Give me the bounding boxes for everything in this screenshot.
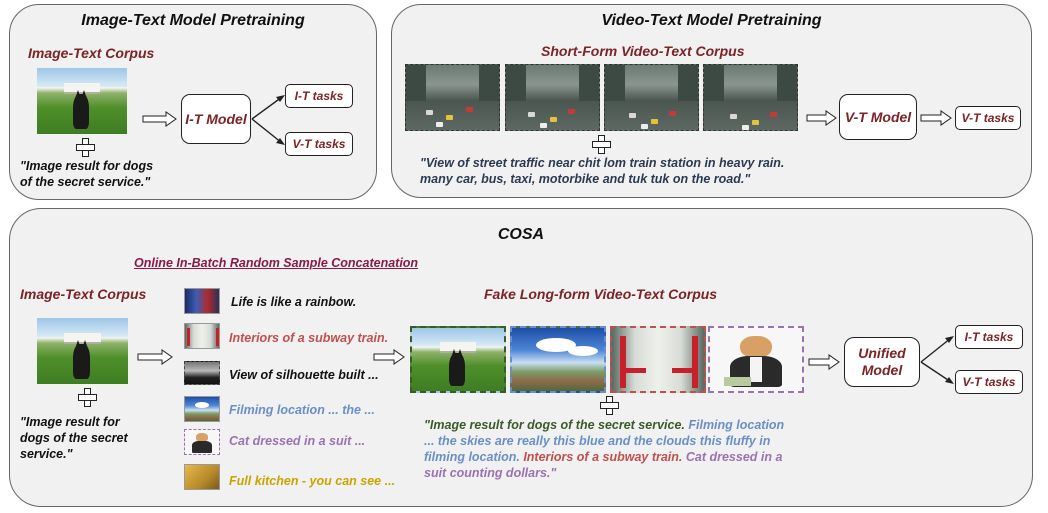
block-arrow-icon [920, 110, 952, 126]
block-arrow-icon [373, 349, 405, 365]
block-arrow-icon [142, 111, 177, 127]
block-arrow-icon [137, 349, 173, 365]
block-arrow-icon [808, 354, 840, 370]
branch-arrow-icon [251, 118, 283, 144]
arrowhead-icon [945, 377, 954, 384]
branch-arrow-icon [920, 361, 952, 383]
arrows-layer [137, 95, 954, 384]
branch-arrow-icon [251, 96, 283, 120]
block-arrow-icon [806, 110, 837, 126]
branch-arrow-icon [920, 337, 952, 363]
